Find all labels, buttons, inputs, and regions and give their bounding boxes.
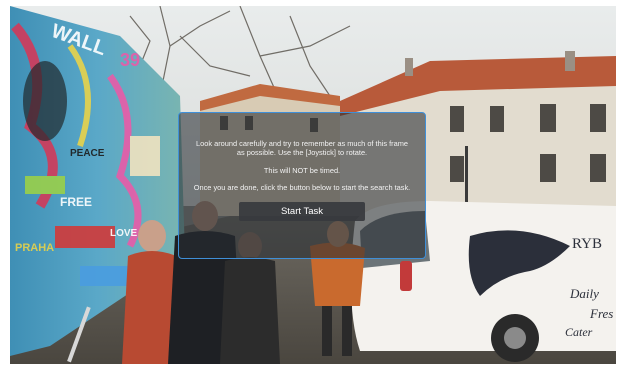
van-text-2: Daily bbox=[569, 286, 599, 301]
wall-graffiti-5: LOVE bbox=[110, 228, 138, 239]
wall-graffiti-3: FREE bbox=[60, 195, 92, 209]
timing-note: This will NOT be timed. bbox=[263, 165, 341, 175]
wall-graffiti-4: PRAHA bbox=[15, 242, 54, 254]
instruction-text: Look around carefully and try to remembe… bbox=[196, 139, 408, 158]
continue-note: Once you are done, click the button belo… bbox=[193, 183, 411, 193]
van-text-4: Cater bbox=[565, 325, 593, 339]
instruction-dialog: Look around carefully and try to remembe… bbox=[178, 112, 426, 259]
start-task-button[interactable]: Start Task bbox=[239, 201, 365, 221]
van-text-1: RYB bbox=[572, 236, 602, 252]
wall-graffiti-2: 39 bbox=[120, 50, 140, 70]
van-text-3: Fres bbox=[589, 306, 613, 321]
wall-graffiti-6: PEACE bbox=[70, 148, 105, 159]
